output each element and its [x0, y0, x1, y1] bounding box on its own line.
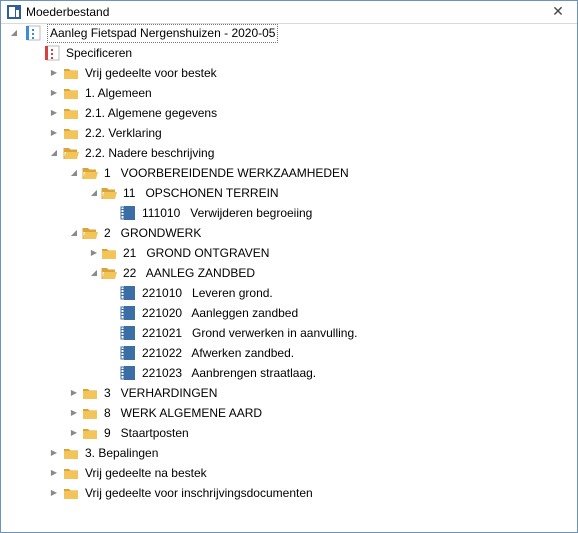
tree-node-label: 11 OPSCHONEN TERREIN: [123, 186, 279, 200]
tree-node-221020-aanleggen-zandbed[interactable]: 221020 Aanleggen zandbed: [1, 303, 577, 323]
tree-node-221023-aanbrengen-straatlaag[interactable]: 221023 Aanbrengen straatlaag.: [1, 363, 577, 383]
expanded-arrow-icon[interactable]: ◢: [69, 163, 79, 183]
folder-icon: [63, 85, 79, 101]
tree-node-label: 8 WERK ALGEMENE AARD: [104, 406, 263, 420]
collapsed-arrow-icon[interactable]: ▶: [49, 443, 59, 463]
tree-node-label: 221010 Leveren grond.: [142, 286, 273, 300]
folder-icon: [63, 105, 79, 121]
tree-node-label: 221020 Aanleggen zandbed: [142, 306, 299, 320]
tree-node-label: 21 GROND ONTGRAVEN: [123, 246, 270, 260]
tree-node-label: Vrij gedeelte na bestek: [85, 466, 207, 480]
tree-node-label: Specificeren: [66, 46, 133, 60]
close-icon: ✕: [552, 3, 564, 19]
tree-node-2-2-nadere-beschrijving[interactable]: ◢ 2.2. Nadere beschrijving: [1, 143, 577, 163]
folder-icon: [82, 385, 98, 401]
app-icon: [7, 5, 21, 19]
tree-node-11-opschonen-terrein[interactable]: ◢ 11 OPSCHONEN TERREIN: [1, 183, 577, 203]
tree-node-label: 2.2. Verklaring: [85, 126, 162, 140]
spec-document-icon: [120, 365, 136, 381]
tree-node-label: 22 AANLEG ZANDBED: [123, 266, 256, 280]
tree-node-label: 3 VERHARDINGEN: [104, 386, 218, 400]
tree-node-label: Vrij gedeelte voor inschrijvingsdocument…: [85, 486, 313, 500]
expanded-arrow-icon[interactable]: ◢: [9, 23, 19, 43]
folder-open-icon: [82, 225, 98, 241]
tree-node-label: 3. Bepalingen: [85, 446, 159, 460]
spec-document-icon: [120, 205, 136, 221]
tree-node-8-werk-algemene-aard[interactable]: ▶ 8 WERK ALGEMENE AARD: [1, 403, 577, 423]
tree-node-label: 221023 Aanbrengen straatlaag.: [142, 366, 317, 380]
folder-icon: [63, 465, 79, 481]
folder-icon: [63, 445, 79, 461]
folder-open-icon: [63, 145, 79, 161]
tree-node-1-algemeen[interactable]: ▶ 1. Algemeen: [1, 83, 577, 103]
tree-view[interactable]: ◢ Aanleg Fietspad Nergenshuizen - 2020-05…: [1, 23, 577, 531]
tree-node-3-verhardingen[interactable]: ▶ 3 VERHARDINGEN: [1, 383, 577, 403]
tree-node-2-grondwerk[interactable]: ◢ 2 GRONDWERK: [1, 223, 577, 243]
title-bar: Moederbestand ✕: [1, 1, 577, 24]
collapsed-arrow-icon[interactable]: ▶: [49, 63, 59, 83]
tree-node-label: 2 GRONDWERK: [104, 226, 202, 240]
folder-open-icon: [101, 265, 117, 281]
specification-icon: [44, 45, 60, 61]
folder-icon: [101, 245, 117, 261]
project-doc-icon: [25, 25, 41, 41]
tree-node-vrij-gedeelte-voor-inschrijvingsdocumenten[interactable]: ▶ Vrij gedeelte voor inschrijvingsdocumen…: [1, 483, 577, 503]
spec-document-icon: [120, 305, 136, 321]
tree-node-221021-grond-verwerken-in-aanvulling[interactable]: 221021 Grond verwerken in aanvulling.: [1, 323, 577, 343]
window-title: Moederbestand: [26, 5, 110, 19]
collapsed-arrow-icon[interactable]: ▶: [49, 483, 59, 503]
tree-node-111010-verwijderen-begroeiing[interactable]: 111010 Verwijderen begroeiing: [1, 203, 577, 223]
tree-node-label: 221022 Afwerken zandbed.: [142, 346, 295, 360]
collapsed-arrow-icon[interactable]: ▶: [49, 123, 59, 143]
tree-node-label: 111010 Verwijderen begroeiing: [142, 206, 313, 220]
folder-icon: [82, 425, 98, 441]
expanded-arrow-icon[interactable]: ◢: [89, 263, 99, 283]
collapsed-arrow-icon[interactable]: ▶: [69, 403, 79, 423]
tree-node-label: 1 VOORBEREIDENDE WERKZAAMHEDEN: [104, 166, 349, 180]
tree-node-9-staartposten[interactable]: ▶ 9 Staartposten: [1, 423, 577, 443]
collapsed-arrow-icon[interactable]: ▶: [69, 383, 79, 403]
tree-node-22-aanleg-zandbed[interactable]: ◢ 22 AANLEG ZANDBED: [1, 263, 577, 283]
tree-node-label: 221021 Grond verwerken in aanvulling.: [142, 326, 358, 340]
tree-node-label: 2.1. Algemene gegevens: [85, 106, 218, 120]
moederbestand-window: Moederbestand ✕ ◢ Aanleg Fietspad Nergens…: [0, 0, 578, 533]
folder-icon: [63, 65, 79, 81]
tree-node-221010-leveren-grond[interactable]: 221010 Leveren grond.: [1, 283, 577, 303]
tree-node-3-bepalingen[interactable]: ▶ 3. Bepalingen: [1, 443, 577, 463]
spec-document-icon: [120, 325, 136, 341]
tree-node-vrij-gedeelte-voor-bestek[interactable]: ▶ Vrij gedeelte voor bestek: [1, 63, 577, 83]
collapsed-arrow-icon[interactable]: ▶: [89, 243, 99, 263]
expanded-arrow-icon[interactable]: ◢: [89, 183, 99, 203]
expanded-arrow-icon[interactable]: ◢: [69, 223, 79, 243]
tree-node-specificeren[interactable]: Specificeren: [1, 43, 577, 63]
folder-open-icon: [82, 165, 98, 181]
folder-icon: [63, 485, 79, 501]
tree-node-aanleg-fietspad-nergenshuizen-2020-05[interactable]: ◢ Aanleg Fietspad Nergenshuizen - 2020-05: [1, 23, 577, 43]
tree-node-label: Vrij gedeelte voor bestek: [85, 66, 217, 80]
spec-document-icon: [120, 285, 136, 301]
tree-node-2-2-verklaring[interactable]: ▶ 2.2. Verklaring: [1, 123, 577, 143]
collapsed-arrow-icon[interactable]: ▶: [49, 83, 59, 103]
tree-node-label: 2.2. Nadere beschrijving: [85, 146, 215, 160]
collapsed-arrow-icon[interactable]: ▶: [49, 463, 59, 483]
tree-node-vrij-gedeelte-na-bestek[interactable]: ▶ Vrij gedeelte na bestek: [1, 463, 577, 483]
close-button[interactable]: ✕: [549, 2, 567, 20]
collapsed-arrow-icon[interactable]: ▶: [49, 103, 59, 123]
tree-node-label: Aanleg Fietspad Nergenshuizen - 2020-05: [47, 24, 279, 43]
folder-open-icon: [101, 185, 117, 201]
tree-node-2-1-algemene-gegevens[interactable]: ▶ 2.1. Algemene gegevens: [1, 103, 577, 123]
collapsed-arrow-icon[interactable]: ▶: [69, 423, 79, 443]
tree-node-label: 1. Algemeen: [85, 86, 152, 100]
folder-icon: [63, 125, 79, 141]
folder-icon: [82, 405, 98, 421]
tree-node-21-grond-ontgraven[interactable]: ▶ 21 GROND ONTGRAVEN: [1, 243, 577, 263]
tree-node-label: 9 Staartposten: [104, 426, 189, 440]
tree-node-1-voorbereidende-werkzaamheden[interactable]: ◢ 1 VOORBEREIDENDE WERKZAAMHEDEN: [1, 163, 577, 183]
expanded-arrow-icon[interactable]: ◢: [49, 143, 59, 163]
tree-node-221022-afwerken-zandbed[interactable]: 221022 Afwerken zandbed.: [1, 343, 577, 363]
spec-document-icon: [120, 345, 136, 361]
